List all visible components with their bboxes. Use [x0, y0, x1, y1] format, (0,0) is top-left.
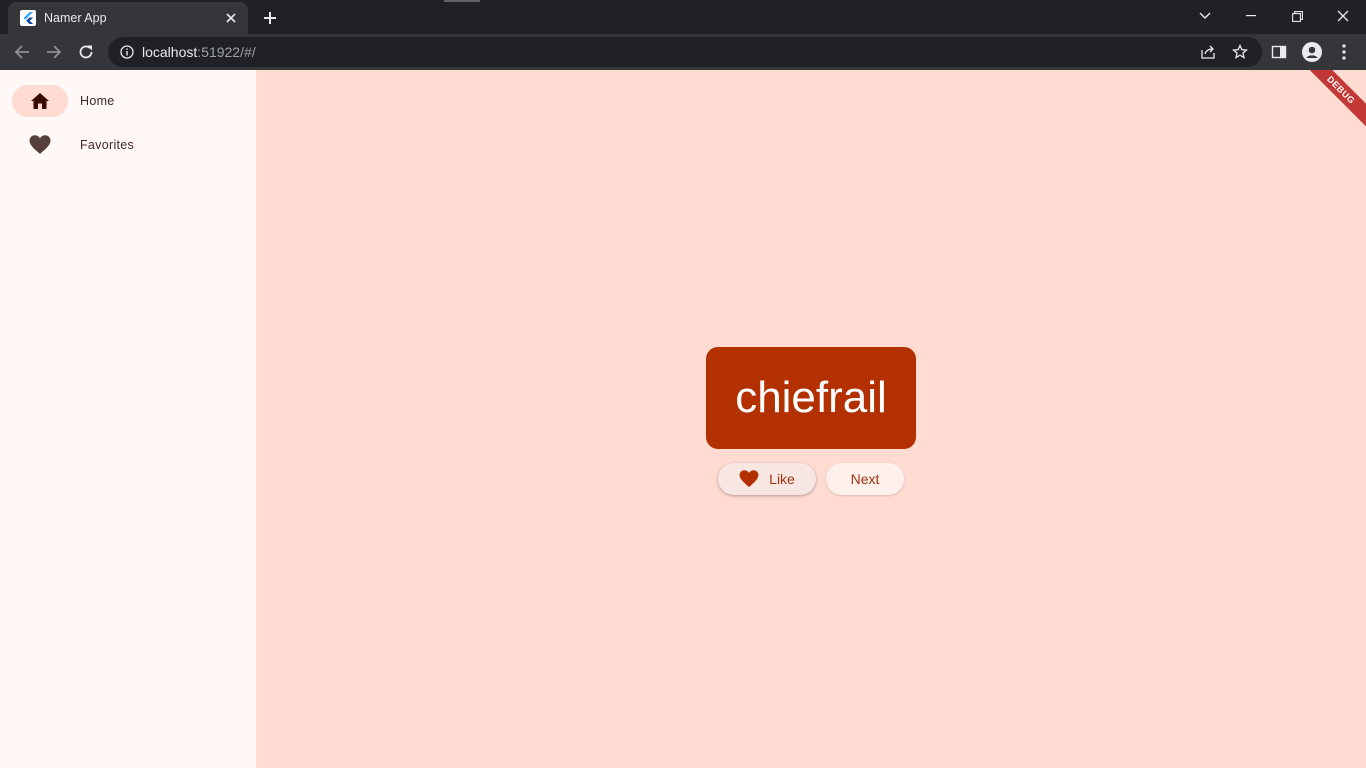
next-label: Next — [850, 471, 880, 487]
heart-icon — [29, 135, 51, 155]
bookmark-star-icon[interactable] — [1232, 44, 1248, 60]
flutter-favicon-icon — [20, 10, 36, 26]
heart-icon — [739, 470, 759, 488]
navigation-rail: Home Favorites — [0, 70, 256, 768]
debug-label: DEBUG — [1325, 74, 1357, 106]
app-root: Home Favorites chiefrail Like Next DEBUG — [0, 70, 1366, 768]
rail-item-favorites[interactable]: Favorites — [12, 129, 244, 161]
tab-title: Namer App — [44, 11, 107, 25]
word-pair-card: chiefrail — [706, 347, 916, 449]
restore-icon[interactable] — [1274, 0, 1320, 32]
side-panel-icon[interactable] — [1267, 40, 1291, 64]
rail-label-home: Home — [80, 94, 115, 108]
url-text: localhost:51922/#/ — [142, 44, 256, 60]
reload-icon[interactable] — [72, 38, 100, 66]
debug-banner: DEBUG — [1296, 70, 1366, 135]
back-arrow-icon[interactable] — [8, 38, 36, 66]
rail-item-home[interactable]: Home — [12, 85, 244, 117]
browser-tab[interactable]: Namer App — [8, 2, 248, 34]
rail-label-favorites: Favorites — [80, 138, 135, 152]
site-info-icon[interactable] — [120, 45, 134, 59]
minimize-icon[interactable] — [1228, 0, 1274, 32]
generator-page: chiefrail Like Next DEBUG — [256, 70, 1366, 768]
home-icon — [30, 92, 50, 110]
tab-search-chevron-icon[interactable] — [1182, 0, 1228, 32]
tab-strip: Namer App — [0, 0, 1366, 34]
url-host: localhost — [142, 44, 198, 60]
tab-search-indicator — [444, 0, 480, 2]
rail-active-indicator — [12, 85, 68, 117]
like-button[interactable]: Like — [718, 463, 816, 495]
profile-avatar-icon[interactable] — [1300, 40, 1324, 64]
next-button[interactable]: Next — [826, 463, 904, 495]
share-icon[interactable] — [1200, 44, 1216, 60]
url-path: :51922/#/ — [197, 44, 256, 60]
forward-arrow-icon[interactable] — [40, 38, 68, 66]
close-window-icon[interactable] — [1320, 0, 1366, 32]
word-pair-text: chiefrail — [735, 373, 887, 422]
tab-close-icon[interactable] — [222, 9, 240, 27]
browser-menu-icon[interactable] — [1332, 40, 1356, 64]
new-tab-button[interactable] — [258, 6, 282, 30]
rail-indicator — [12, 129, 68, 161]
address-bar[interactable]: localhost:51922/#/ — [108, 37, 1262, 67]
like-label: Like — [769, 471, 795, 487]
browser-toolbar: localhost:51922/#/ — [0, 34, 1366, 70]
